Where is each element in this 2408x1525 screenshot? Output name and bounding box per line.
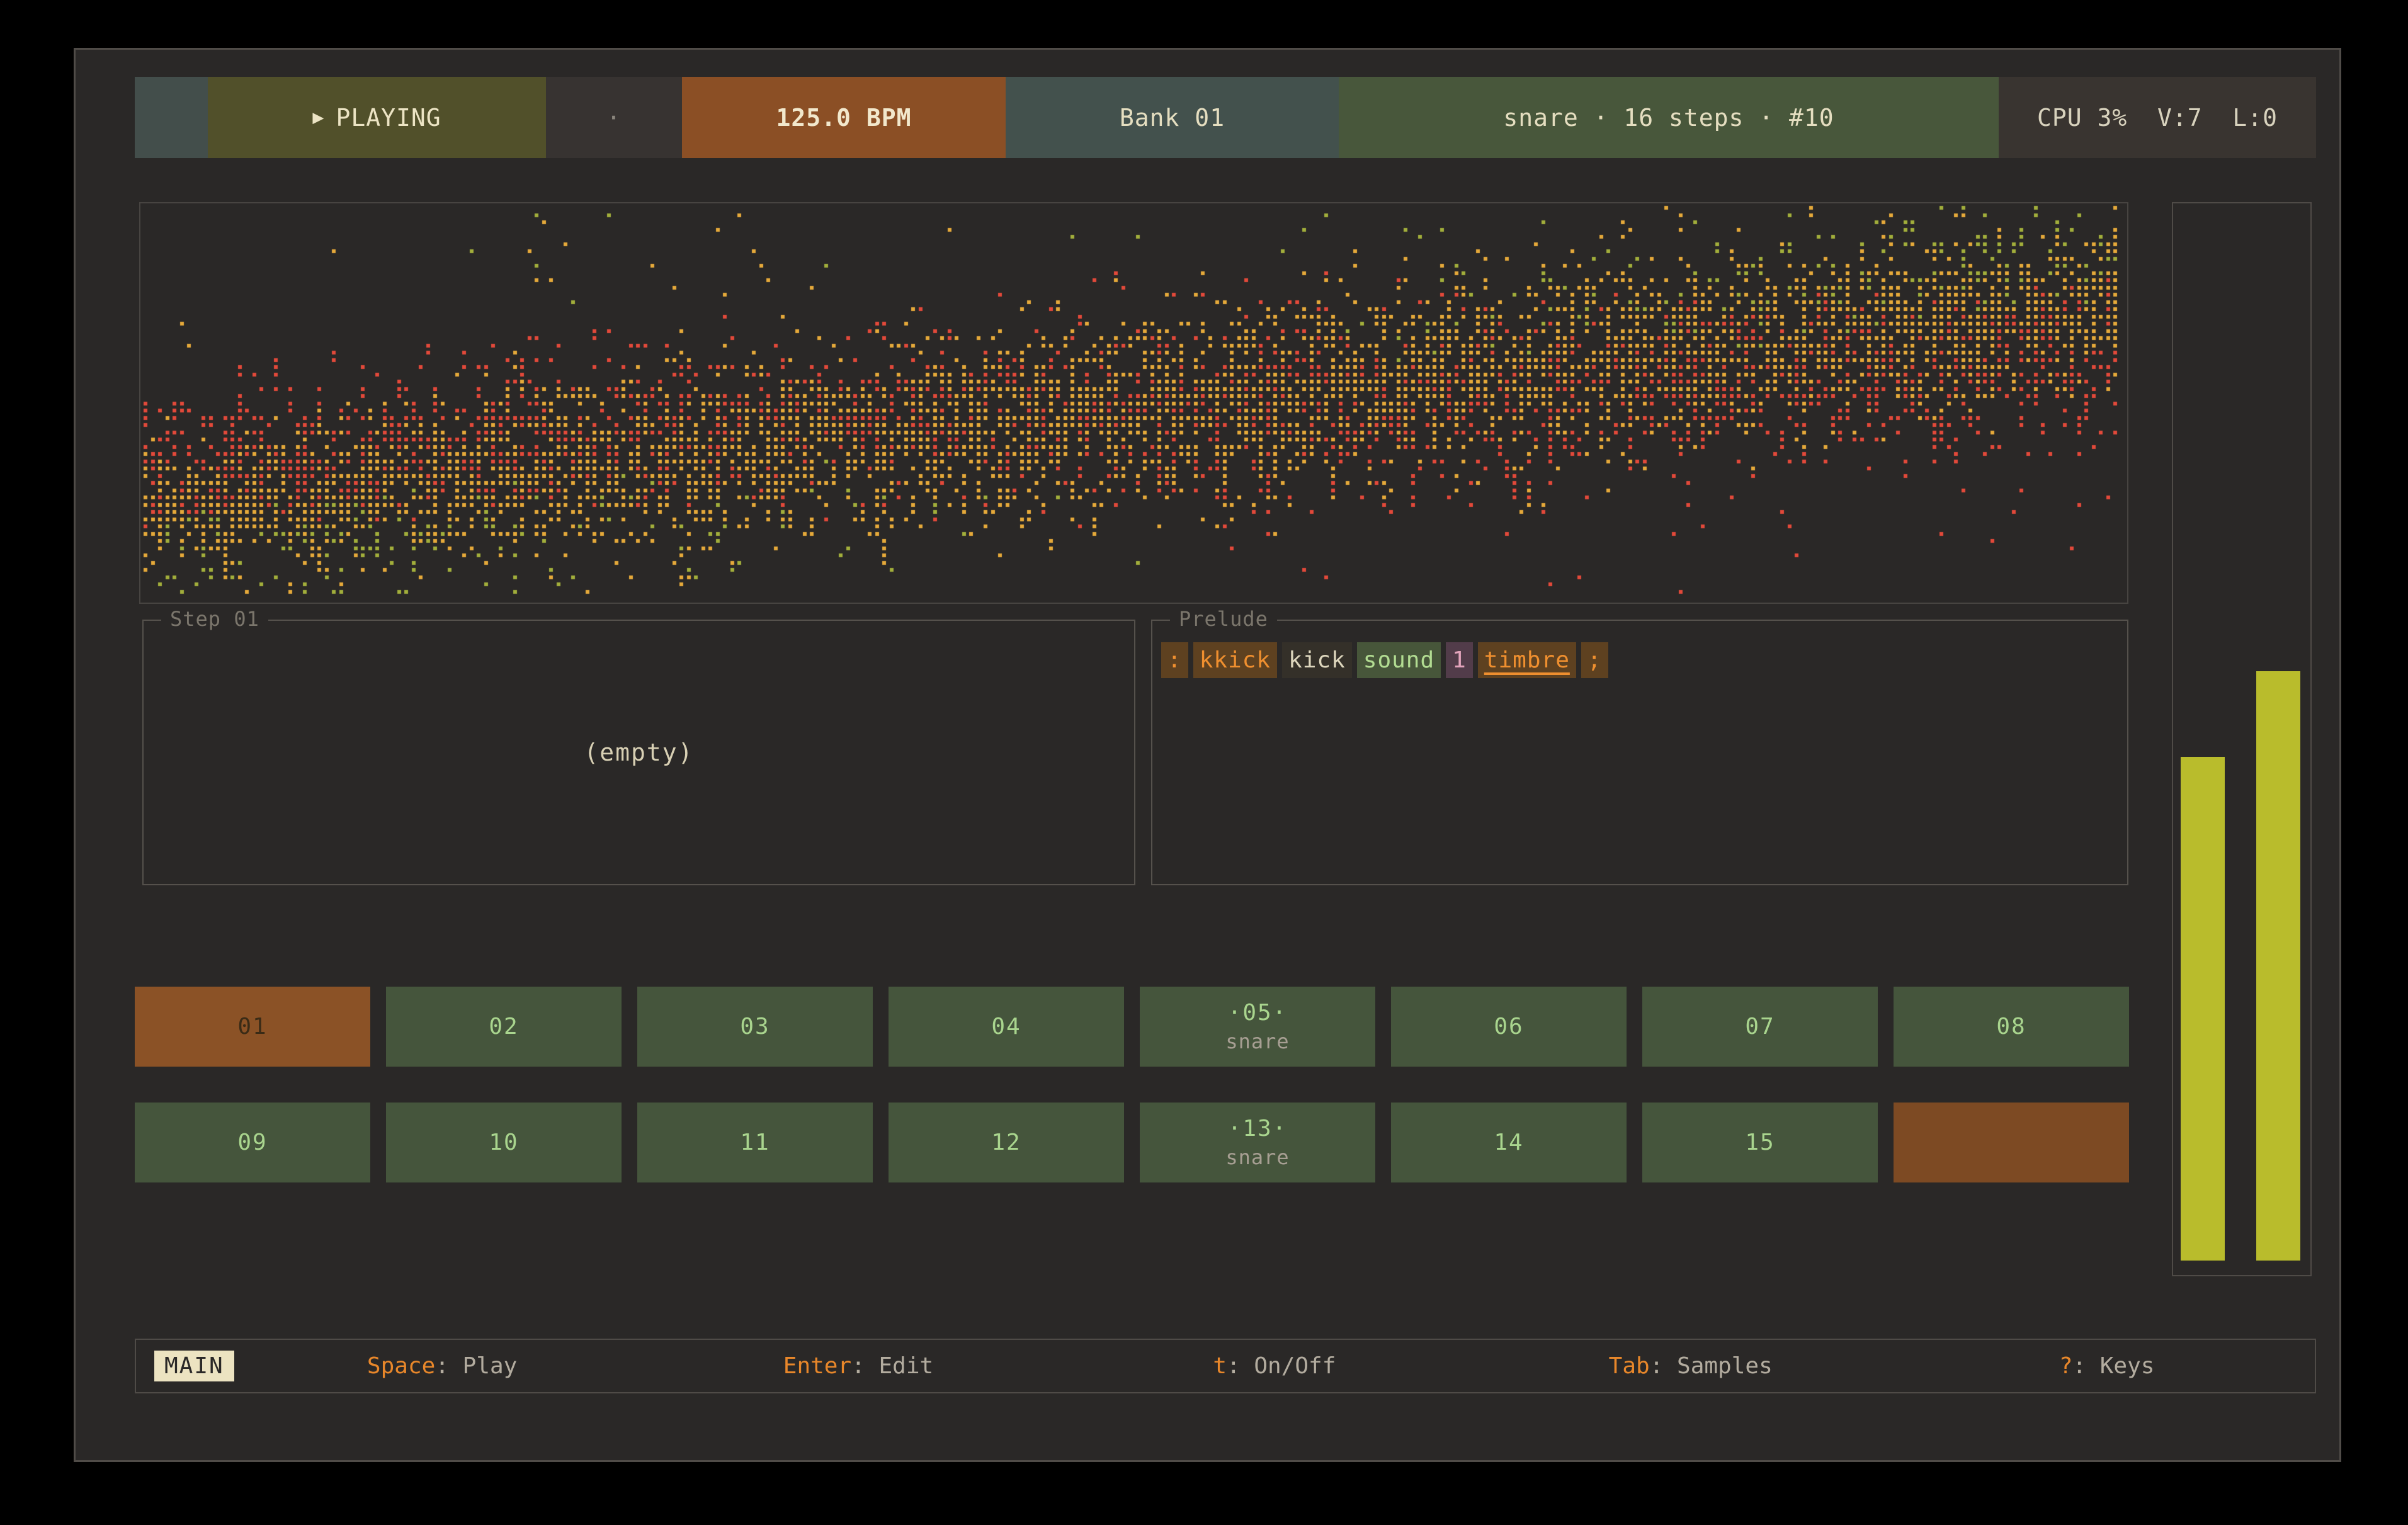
accent-block xyxy=(135,77,208,158)
bank-display[interactable]: Bank 01 xyxy=(1006,77,1339,158)
step-button-11[interactable]: 11 xyxy=(637,1103,873,1182)
step-number-label: 09 xyxy=(237,1130,267,1155)
step-button-02[interactable]: 02 xyxy=(386,987,622,1067)
keyhint-action: : Keys xyxy=(2072,1353,2154,1379)
keyhint-t: t: On/Off xyxy=(1066,1353,1482,1379)
step-button-09[interactable]: 09 xyxy=(135,1103,370,1182)
step-button-12[interactable]: 12 xyxy=(889,1103,1124,1182)
keyhint-action: : Edit xyxy=(851,1353,933,1379)
step-button-16[interactable] xyxy=(1894,1103,2129,1182)
visualizer-canvas xyxy=(140,203,2127,603)
keyhint-key: t xyxy=(1213,1353,1227,1379)
step-number-label: ·13· xyxy=(1228,1116,1288,1142)
keyhint-key: ? xyxy=(2059,1353,2073,1379)
keyhint-key: Tab xyxy=(1609,1353,1650,1379)
step-empty-label: (empty) xyxy=(584,739,693,766)
step-number-label: 10 xyxy=(489,1130,518,1155)
step-number-label: 15 xyxy=(1745,1130,1775,1155)
step-number-label: 04 xyxy=(991,1014,1021,1040)
step-detail-panel: Step 01 (empty) xyxy=(142,620,1135,885)
level-meter-bar-2 xyxy=(2256,671,2300,1261)
code-token-7: ; xyxy=(1581,642,1608,678)
step-button-01[interactable]: 01 xyxy=(135,987,370,1067)
step-button-04[interactable]: 04 xyxy=(889,987,1124,1067)
keyhint-enter: Enter: Edit xyxy=(650,1353,1067,1379)
step-sample-label: snare xyxy=(1225,1029,1289,1053)
keyhint-space: Space: Play xyxy=(234,1353,650,1379)
keyhint-action: : On/Off xyxy=(1227,1353,1336,1379)
keyhint-key: Enter xyxy=(783,1353,851,1379)
step-button-13[interactable]: ·13· snare xyxy=(1140,1103,1375,1182)
code-token-3: kick xyxy=(1282,642,1352,678)
code-token-4: sound xyxy=(1357,642,1441,678)
step-number-label: ·05· xyxy=(1228,1000,1288,1026)
level-meter-panel xyxy=(2172,202,2312,1276)
keyhint-tab: Tab: Samples xyxy=(1482,1353,1899,1379)
mode-badge: MAIN xyxy=(154,1351,234,1381)
keyhint-action: : Play xyxy=(435,1353,517,1379)
keyhint-bar: MAIN Space: PlayEnter: Editt: On/OffTab:… xyxy=(135,1339,2316,1393)
prelude-code-editor[interactable]: :kkickkicksound1timbre; xyxy=(1161,642,1613,678)
step-button-15[interactable]: 15 xyxy=(1642,1103,1878,1182)
code-token-2: kkick xyxy=(1193,642,1277,678)
step-number-label: 14 xyxy=(1494,1130,1523,1155)
code-token-5: 1 xyxy=(1446,642,1473,678)
trigger-visualizer xyxy=(139,202,2128,604)
prelude-panel: Prelude :kkickkicksound1timbre; xyxy=(1151,620,2128,885)
app-window: ▶ PLAYING · 125.0 BPM Bank 01 snare · 16 … xyxy=(74,48,2341,1462)
step-button-06[interactable]: 06 xyxy=(1391,987,1627,1067)
keyhint-help: ?: Keys xyxy=(1899,1353,2315,1379)
level-meter-bar-1 xyxy=(2181,757,2225,1261)
step-sample-label: snare xyxy=(1225,1145,1289,1169)
keyhint-action: : Samples xyxy=(1650,1353,1773,1379)
prelude-panel-title: Prelude xyxy=(1170,607,1277,631)
keyhint-list: Space: PlayEnter: Editt: On/OffTab: Samp… xyxy=(234,1353,2315,1379)
step-row-2: 09 10 11 12 ·13· snare 14 15 xyxy=(135,1103,2129,1182)
system-stats: CPU 3% V:7 L:0 xyxy=(1999,77,2316,158)
step-number-label: 11 xyxy=(740,1130,770,1155)
step-button-03[interactable]: 03 xyxy=(637,987,873,1067)
step-grid: 01 02 03 04 ·05· snare 06 07 08 09 10 11 12 ·13· snar… xyxy=(135,987,2129,1218)
swing-indicator: · xyxy=(546,77,682,158)
code-token-6: timbre xyxy=(1478,642,1576,678)
step-number-label: 03 xyxy=(740,1014,770,1040)
step-number-label: 01 xyxy=(237,1014,267,1040)
code-token-1: : xyxy=(1161,642,1188,678)
step-button-14[interactable]: 14 xyxy=(1391,1103,1627,1182)
bpm-display[interactable]: 125.0 BPM xyxy=(682,77,1006,158)
step-number-label: 12 xyxy=(991,1130,1021,1155)
transport-status[interactable]: ▶ PLAYING xyxy=(208,77,546,158)
step-panel-title: Step 01 xyxy=(161,607,268,631)
step-number-label: 08 xyxy=(1996,1014,2026,1040)
keyhint-key: Space xyxy=(367,1353,435,1379)
play-icon: ▶ xyxy=(312,106,324,128)
step-number-label: 06 xyxy=(1494,1014,1523,1040)
step-button-05[interactable]: ·05· snare xyxy=(1140,987,1375,1067)
step-button-10[interactable]: 10 xyxy=(386,1103,622,1182)
app-root: { "header": { "transport_icon": "▶", "tr… xyxy=(0,0,2408,1525)
step-button-07[interactable]: 07 xyxy=(1642,987,1878,1067)
step-number-label: 02 xyxy=(489,1014,518,1040)
step-number-label: 07 xyxy=(1745,1014,1775,1040)
step-button-08[interactable]: 08 xyxy=(1894,987,2129,1067)
track-info: snare · 16 steps · #10 xyxy=(1339,77,1999,158)
transport-label: PLAYING xyxy=(336,104,441,132)
step-row-1: 01 02 03 04 ·05· snare 06 07 08 xyxy=(135,987,2129,1067)
status-bar: ▶ PLAYING · 125.0 BPM Bank 01 snare · 16 … xyxy=(135,77,2316,158)
